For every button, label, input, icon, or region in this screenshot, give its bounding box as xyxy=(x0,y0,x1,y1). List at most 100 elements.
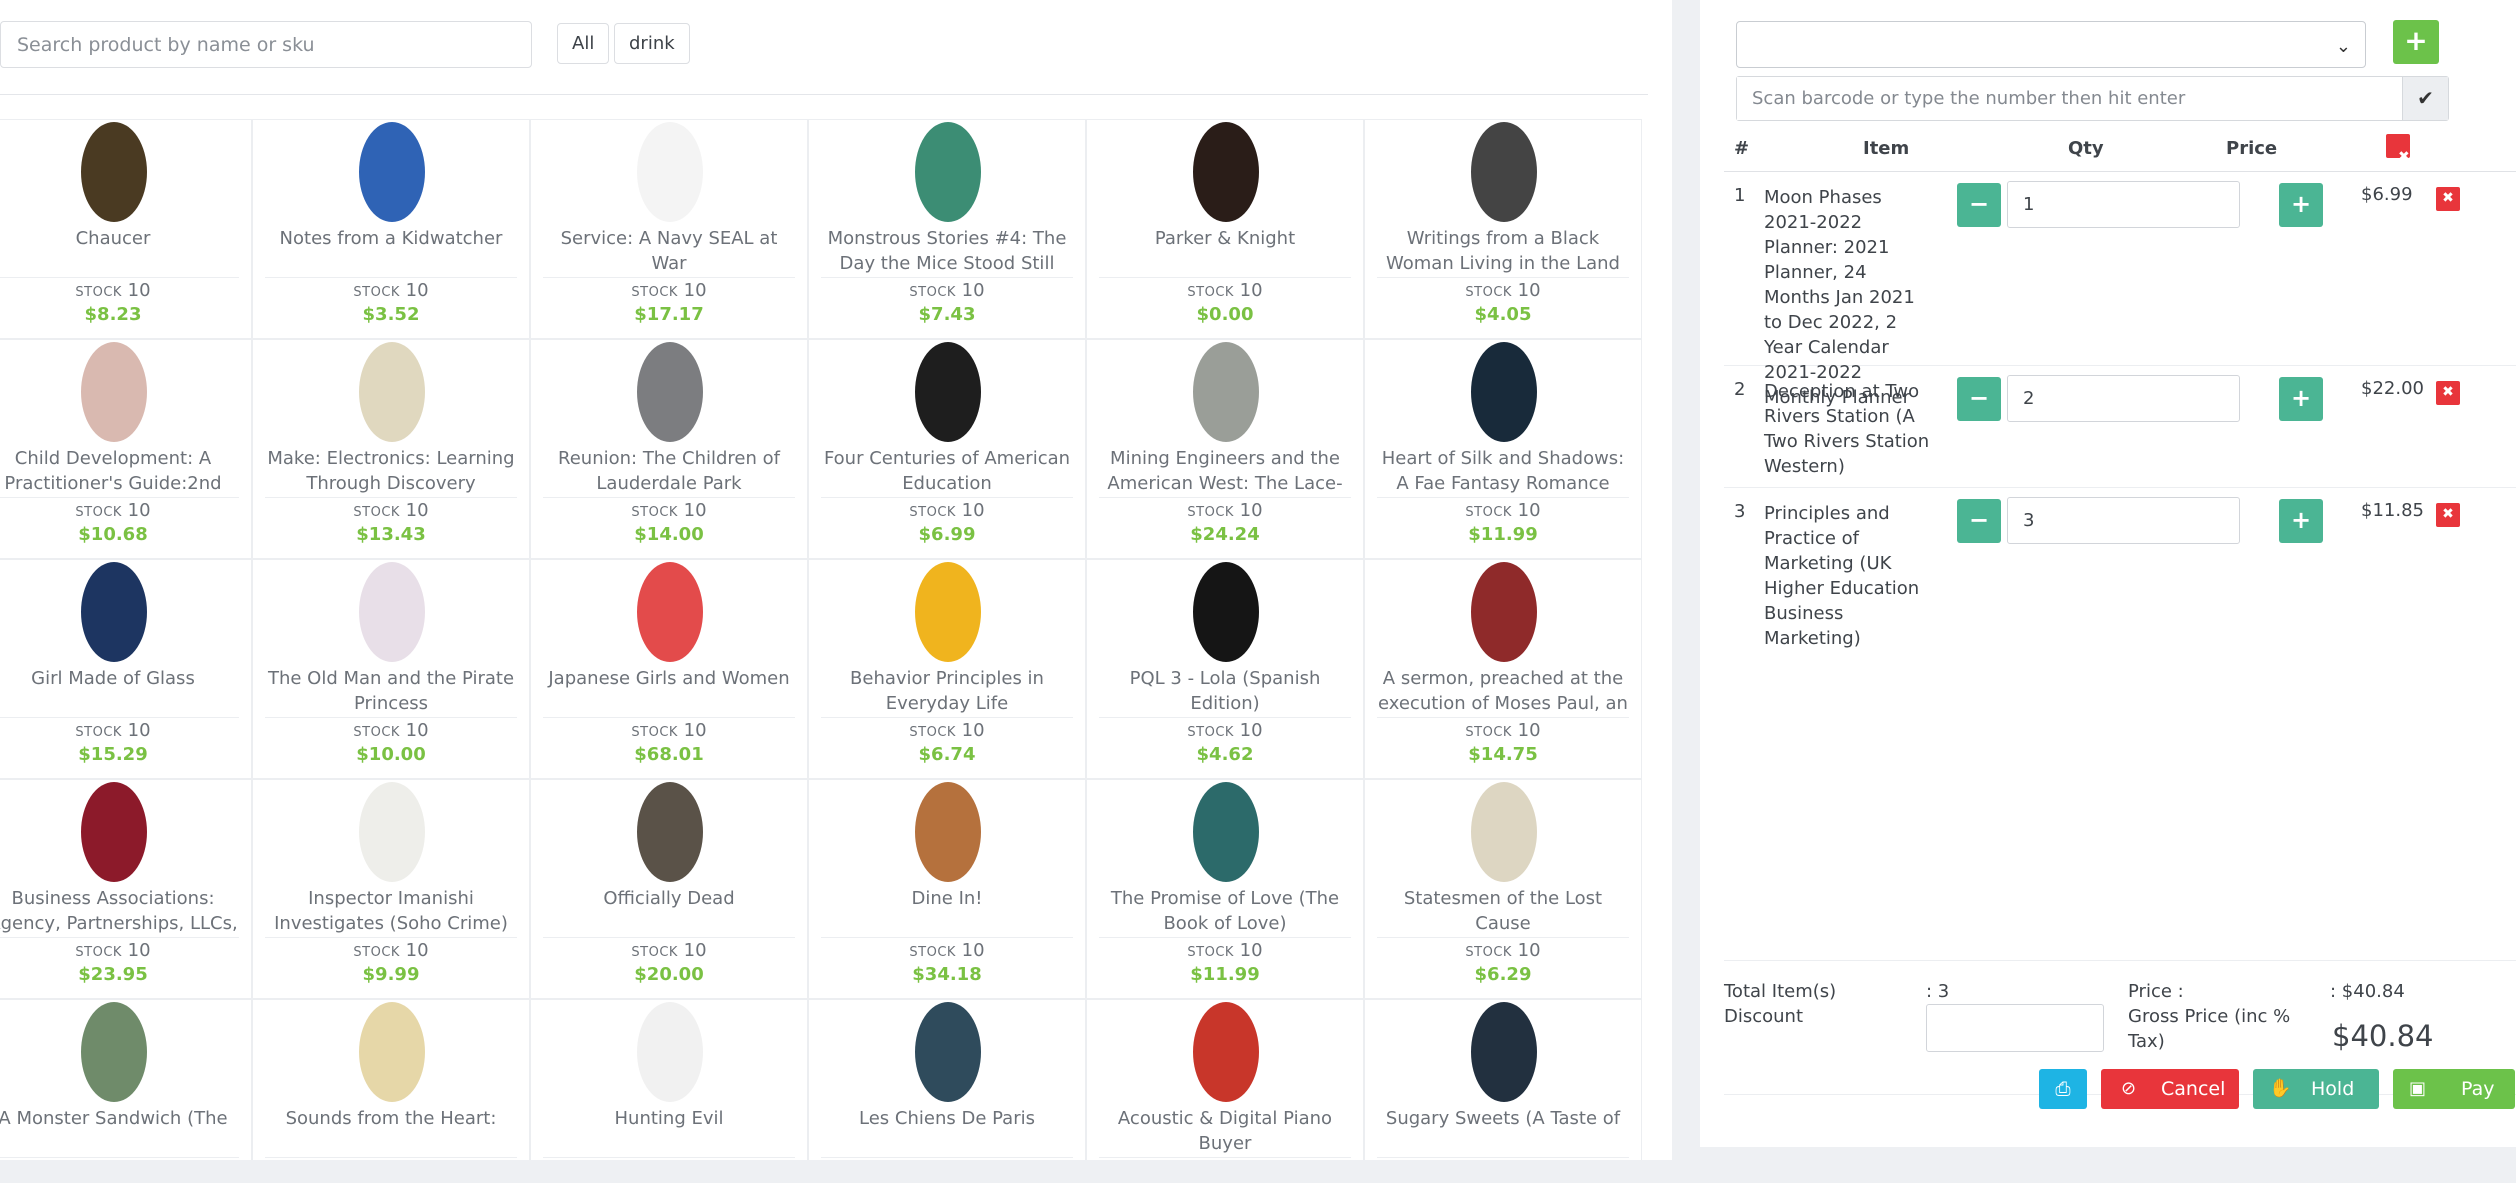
product-card[interactable]: Notes from a Kidwatcher STOCK 10 $3.52 xyxy=(252,119,530,339)
qty-increase-button[interactable]: + xyxy=(2279,377,2323,421)
total-items-value: : 3 xyxy=(1926,981,1950,1002)
qty-increase-button[interactable]: + xyxy=(2279,183,2323,227)
stock-label: STOCK xyxy=(909,285,956,300)
row-item-name: Deception at Two Rivers Station (A Two R… xyxy=(1764,381,1930,477)
cancel-label: Cancel xyxy=(2161,1078,2226,1100)
product-card[interactable]: Les Chiens De Paris xyxy=(808,999,1086,1160)
product-card[interactable]: Behavior Principles in Everyday Life STOC… xyxy=(808,559,1086,779)
book-cover-image xyxy=(1193,1002,1259,1102)
product-card[interactable]: Chaucer STOCK 10 $8.23 xyxy=(0,119,252,339)
product-card[interactable]: PQL 3 - Lola (Spanish Edition) STOCK 10 $4… xyxy=(1086,559,1364,779)
barcode-submit-button[interactable]: ✔ xyxy=(2402,77,2448,120)
product-card[interactable]: The Old Man and the Pirate Princess STOCK… xyxy=(252,559,530,779)
product-card[interactable]: Four Centuries of American Education STOC… xyxy=(808,339,1086,559)
qty-input[interactable] xyxy=(2007,497,2240,544)
book-cover-image xyxy=(637,562,703,662)
product-card[interactable]: Girl Made of Glass STOCK 10 $15.29 xyxy=(0,559,252,779)
clear-cart-button[interactable]: ✖ xyxy=(2386,134,2410,165)
hold-button[interactable]: ✋ Hold xyxy=(2253,1069,2379,1109)
stock-value: 10 xyxy=(961,280,985,301)
product-card[interactable]: Parker & Knight STOCK 10 $0.00 xyxy=(1086,119,1364,339)
product-price: $24.24 xyxy=(1190,524,1260,545)
qty-input[interactable] xyxy=(2007,375,2240,422)
qty-decrease-button[interactable]: − xyxy=(1957,499,2001,543)
stock-value: 10 xyxy=(127,940,151,961)
product-card[interactable]: Service: A Navy SEAL at War STOCK 10 $17.1… xyxy=(530,119,808,339)
product-card[interactable]: Sugary Sweets (A Taste of xyxy=(1364,999,1642,1160)
product-card[interactable]: Mining Engineers and the American West: … xyxy=(1086,339,1364,559)
book-cover-image xyxy=(359,122,425,222)
qty-decrease-button[interactable]: − xyxy=(1957,183,2001,227)
product-name: Behavior Principles in Everyday Life xyxy=(850,668,1044,714)
divider xyxy=(265,937,517,938)
product-card[interactable]: The Promise of Love (The Book of Love) ST… xyxy=(1086,779,1364,999)
barcode-input[interactable] xyxy=(1737,77,2403,120)
add-customer-button[interactable]: + xyxy=(2393,20,2439,64)
product-card[interactable]: Sounds from the Heart: xyxy=(252,999,530,1160)
product-name: Make: Electronics: Learning Through Disc… xyxy=(267,448,515,494)
product-card[interactable]: Dine In! STOCK 10 $34.18 xyxy=(808,779,1086,999)
product-card[interactable]: Child Development: A Practitioner's Guid… xyxy=(0,339,252,559)
product-stock: STOCK 10 xyxy=(531,940,807,961)
product-card[interactable]: Heart of Silk and Shadows: A Fae Fantasy… xyxy=(1364,339,1642,559)
product-name: Chaucer xyxy=(75,228,151,249)
product-card[interactable]: Hunting Evil xyxy=(530,999,808,1160)
chevron-down-icon: ⌄ xyxy=(2335,36,2351,57)
book-cover-image xyxy=(1193,782,1259,882)
stock-value: 10 xyxy=(1239,720,1263,741)
stock-label: STOCK xyxy=(75,725,122,740)
divider xyxy=(1099,277,1351,278)
product-name: Four Centuries of American Education xyxy=(823,448,1071,494)
product-price: $4.05 xyxy=(1474,304,1532,325)
qty-increase-button[interactable]: + xyxy=(2279,499,2323,543)
stock-label: STOCK xyxy=(1187,505,1234,520)
product-search-input[interactable] xyxy=(0,21,532,68)
product-price: $0.00 xyxy=(1196,304,1254,325)
product-card[interactable]: Inspector Imanishi Investigates (Soho Cr… xyxy=(252,779,530,999)
stock-value: 10 xyxy=(1239,500,1263,521)
remove-item-button[interactable]: ✖ xyxy=(2436,381,2460,405)
category-drink-button[interactable]: drink xyxy=(614,23,690,64)
pay-button[interactable]: ▣ Pay xyxy=(2393,1069,2515,1109)
printer-icon: ⎙ xyxy=(2055,1078,2071,1100)
stock-value: 10 xyxy=(683,500,707,521)
product-card[interactable]: Writings from a Black Woman Living in th… xyxy=(1364,119,1642,339)
stock-value: 10 xyxy=(127,280,151,301)
product-name: Business Associations: Agency, Partnersh… xyxy=(0,888,238,934)
stock-label: STOCK xyxy=(631,505,678,520)
divider xyxy=(0,1157,239,1158)
qty-input[interactable] xyxy=(2007,181,2240,228)
product-card[interactable]: Statesmen of the Lost Cause STOCK 10 $6.29 xyxy=(1364,779,1642,999)
divider xyxy=(821,1157,1073,1158)
remove-item-button[interactable]: ✖ xyxy=(2436,503,2460,527)
discount-input[interactable] xyxy=(1926,1004,2104,1052)
product-card[interactable]: A Monster Sandwich (The xyxy=(0,999,252,1160)
stock-label: STOCK xyxy=(631,945,678,960)
divider xyxy=(1377,937,1629,938)
product-stock: STOCK 10 xyxy=(1365,280,1641,301)
category-all-button[interactable]: All xyxy=(557,23,610,64)
product-card[interactable]: Reunion: The Children of Lauderdale Park… xyxy=(530,339,808,559)
divider xyxy=(0,277,239,278)
cancel-button[interactable]: ⊘ Cancel xyxy=(2101,1069,2239,1109)
product-price: $8.23 xyxy=(84,304,142,325)
product-card[interactable]: Monstrous Stories #4: The Day the Mice S… xyxy=(808,119,1086,339)
price-value: : $40.84 xyxy=(2330,981,2405,1002)
remove-item-button[interactable]: ✖ xyxy=(2436,187,2460,211)
qty-decrease-button[interactable]: − xyxy=(1957,377,2001,421)
product-stock: STOCK 10 xyxy=(0,280,251,301)
print-button[interactable]: ⎙ xyxy=(2039,1069,2087,1109)
product-name: Heart of Silk and Shadows: A Fae Fantasy… xyxy=(1381,448,1625,494)
customer-select[interactable]: ⌄ xyxy=(1736,21,2366,68)
gross-price-value: $40.84 xyxy=(2332,1019,2434,1053)
row-price: $22.00 xyxy=(2361,378,2424,399)
product-name: Dine In! xyxy=(911,888,983,909)
product-card[interactable]: Business Associations: Agency, Partnersh… xyxy=(0,779,252,999)
product-card[interactable]: Acoustic & Digital Piano Buyer xyxy=(1086,999,1364,1160)
product-card[interactable]: A sermon, preached at the execution of M… xyxy=(1364,559,1642,779)
product-card[interactable]: Make: Electronics: Learning Through Disc… xyxy=(252,339,530,559)
product-card[interactable]: Officially Dead STOCK 10 $20.00 xyxy=(530,779,808,999)
product-card[interactable]: Japanese Girls and Women STOCK 10 $68.01 xyxy=(530,559,808,779)
stock-value: 10 xyxy=(127,500,151,521)
stock-label: STOCK xyxy=(909,505,956,520)
